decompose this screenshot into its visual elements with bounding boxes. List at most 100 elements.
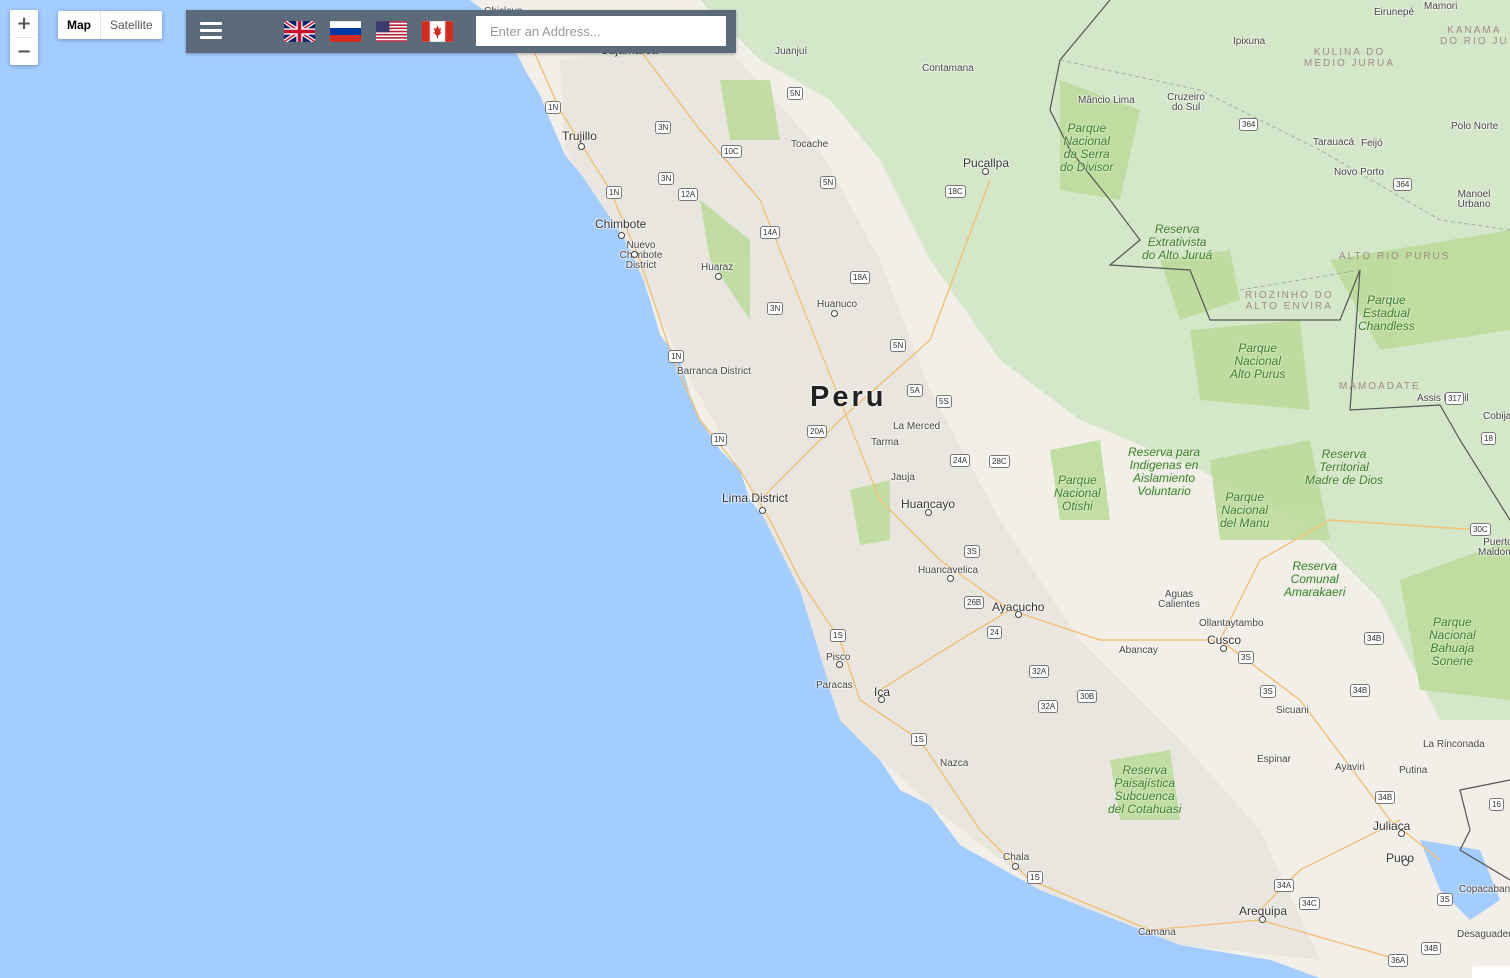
route-shield: 34C bbox=[1299, 897, 1320, 910]
city-label: Nuevo Chimbote District bbox=[619, 240, 663, 271]
zoom-control: + − bbox=[10, 10, 38, 65]
satellite-tab[interactable]: Satellite bbox=[101, 11, 162, 39]
route-shield: 3S bbox=[964, 545, 980, 558]
city-label: Ayaviri bbox=[1335, 762, 1365, 773]
city-label: La Rinconada bbox=[1423, 739, 1485, 750]
park-label: Parque Nacional Otishi bbox=[1054, 473, 1101, 513]
route-shield: 34B bbox=[1364, 632, 1385, 645]
route-shield: 28C bbox=[989, 455, 1010, 468]
city-label: Ipixuna bbox=[1233, 36, 1266, 47]
city-label: Trujillo bbox=[562, 129, 597, 143]
route-shield: 1N bbox=[668, 350, 685, 363]
hamburger-menu-icon[interactable] bbox=[200, 22, 222, 40]
city-label: La Merced bbox=[893, 421, 941, 432]
route-shield: 32A bbox=[1038, 700, 1059, 713]
city-label: Contamana bbox=[922, 63, 974, 74]
park-label: Parque Nacional da Serra do Divisor bbox=[1060, 121, 1114, 174]
route-shield: 5N bbox=[890, 339, 907, 352]
city-marker bbox=[1402, 859, 1409, 866]
city-label: Huanuco bbox=[816, 299, 858, 310]
route-shield: 34B bbox=[1421, 942, 1442, 955]
map-canvas[interactable] bbox=[0, 0, 1510, 978]
map-type-control: Map Satellite bbox=[58, 11, 162, 39]
route-shield: 30C bbox=[1470, 523, 1491, 536]
route-shield: 364 bbox=[1239, 118, 1259, 131]
route-shield: 3N bbox=[655, 121, 672, 134]
park-label: Reserva para Indigenas en Aislamiento Vo… bbox=[1128, 445, 1201, 498]
city-label: Chimbote bbox=[595, 217, 647, 231]
city-marker bbox=[831, 310, 838, 317]
park-label: Reserva Extrativista do Alto Juruá bbox=[1142, 222, 1213, 262]
route-shield: 32A bbox=[1029, 665, 1050, 678]
city-marker bbox=[947, 575, 954, 582]
city-label: Paracas bbox=[816, 680, 853, 691]
route-shield: 34B bbox=[1375, 791, 1396, 804]
city-label: Tocache bbox=[791, 139, 829, 150]
route-shield: 5N bbox=[787, 87, 804, 100]
route-shield: 12A bbox=[678, 188, 699, 201]
park-label: Parque Nacional del Manu bbox=[1220, 490, 1270, 530]
route-shield: 1S bbox=[1027, 871, 1043, 884]
route-shield: 3N bbox=[767, 302, 784, 315]
route-shield: 3S bbox=[1437, 893, 1453, 906]
city-marker bbox=[1220, 645, 1227, 652]
city-label: Ollantaytambo bbox=[1199, 618, 1264, 629]
city-label: Espinar bbox=[1257, 754, 1291, 765]
park-label: Reserva Paisajística Subcuenca del Cotah… bbox=[1108, 763, 1182, 816]
route-shield: 1N bbox=[711, 433, 728, 446]
route-shield: 5N bbox=[820, 176, 837, 189]
city-label: Juanjuí bbox=[775, 46, 808, 57]
route-shield: 1N bbox=[606, 186, 623, 199]
city-marker bbox=[759, 507, 766, 514]
city-marker bbox=[1398, 830, 1405, 837]
city-label: Jauja bbox=[891, 472, 915, 483]
route-shield: 3S bbox=[1238, 651, 1254, 664]
city-label: Desaguadero bbox=[1457, 929, 1510, 940]
city-marker bbox=[1015, 611, 1022, 618]
city-marker bbox=[715, 273, 722, 280]
city-marker bbox=[631, 251, 638, 258]
zoom-out-button[interactable]: − bbox=[10, 38, 38, 65]
route-shield: 20A bbox=[807, 425, 828, 438]
route-shield: 30B bbox=[1077, 690, 1098, 703]
city-marker bbox=[982, 168, 989, 175]
canada-flag-icon[interactable] bbox=[422, 21, 453, 42]
uk-flag-icon[interactable] bbox=[284, 21, 315, 42]
city-marker bbox=[578, 143, 585, 150]
city-label: Puerto Maldonado bbox=[1478, 537, 1510, 558]
russia-flag-icon[interactable] bbox=[330, 21, 361, 42]
city-label: Feijó bbox=[1361, 138, 1383, 149]
route-shield: 1S bbox=[911, 733, 927, 746]
region-label: ALTO RIO PURUS bbox=[1339, 251, 1451, 262]
park-label: Parque Nacional Alto Purus bbox=[1230, 341, 1286, 381]
region-label: KULINA DO MEDIO JURUA bbox=[1304, 47, 1395, 69]
route-shield: 5S bbox=[936, 395, 952, 408]
city-label: Puno bbox=[1386, 851, 1415, 865]
route-shield: 364 bbox=[1393, 178, 1413, 191]
pegman-corner bbox=[1472, 966, 1510, 978]
usa-flag-icon[interactable] bbox=[376, 21, 407, 42]
address-search-input[interactable] bbox=[476, 16, 726, 46]
city-label: Mamori bbox=[1424, 1, 1458, 12]
zoom-in-button[interactable]: + bbox=[10, 10, 38, 37]
city-label: Nazca bbox=[940, 758, 969, 769]
route-shield: 26B bbox=[964, 596, 985, 609]
city-label: Abancay bbox=[1119, 645, 1158, 656]
route-shield: 5A bbox=[907, 384, 923, 397]
map-tab[interactable]: Map bbox=[58, 11, 101, 39]
park-label: Parque Nacional Bahuaja Sonene bbox=[1429, 615, 1476, 668]
country-label: Peru bbox=[810, 381, 887, 413]
city-label: Lima District bbox=[722, 491, 789, 505]
city-marker bbox=[836, 661, 843, 668]
city-label: Polo Norte bbox=[1451, 121, 1499, 132]
route-shield: 3S bbox=[1260, 685, 1276, 698]
city-label: Sicuani bbox=[1276, 705, 1309, 716]
city-marker bbox=[618, 232, 625, 239]
city-label: Putina bbox=[1399, 765, 1428, 776]
route-shield: 18 bbox=[1481, 432, 1496, 445]
route-shield: 1S bbox=[830, 629, 846, 642]
route-shield: 3N bbox=[658, 172, 675, 185]
route-shield: 24A bbox=[950, 454, 971, 467]
city-label: Cruzeiro do Sul bbox=[1167, 92, 1205, 113]
route-shield: 34A bbox=[1274, 879, 1295, 892]
